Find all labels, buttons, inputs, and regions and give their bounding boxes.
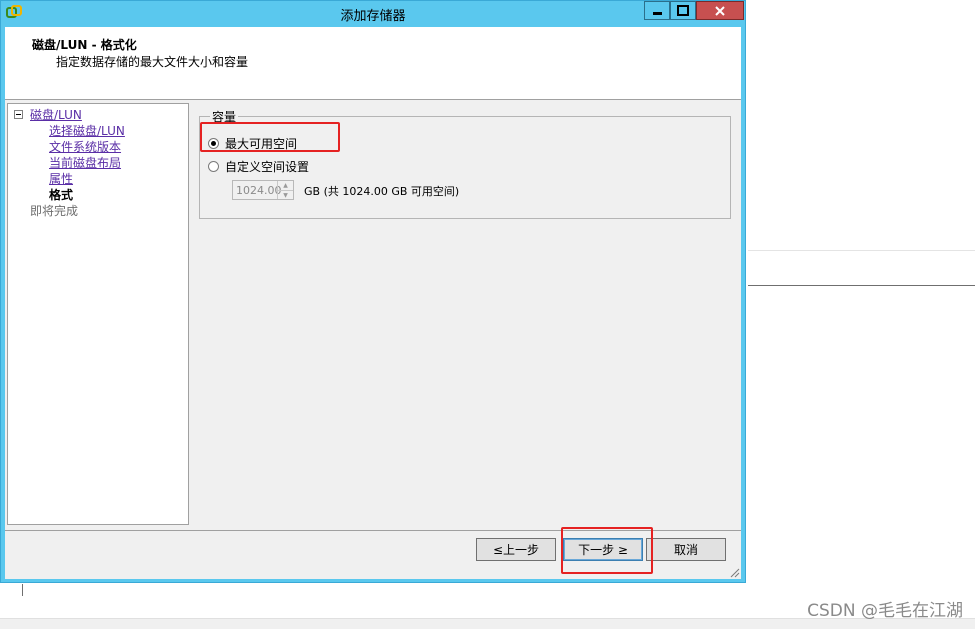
nav-item-format: 格式 bbox=[49, 188, 74, 202]
close-icon bbox=[715, 5, 725, 16]
radio-unchecked-icon[interactable] bbox=[208, 161, 219, 172]
nav-item-select-disk[interactable]: 选择磁盘/LUN bbox=[49, 122, 125, 139]
radio-custom-space[interactable]: 自定义空间设置 bbox=[208, 158, 309, 175]
watermark: CSDN @毛毛在江湖 bbox=[807, 601, 963, 621]
radio-custom-space-label: 自定义空间设置 bbox=[225, 160, 310, 174]
background-divider bbox=[748, 285, 975, 286]
radio-checked-icon[interactable] bbox=[208, 138, 219, 149]
window-title: 添加存储器 bbox=[340, 9, 406, 24]
nav-item-fs-version[interactable]: 文件系统版本 bbox=[49, 138, 121, 155]
radio-max-space-label: 最大可用空间 bbox=[225, 137, 298, 151]
minimize-button[interactable] bbox=[644, 1, 670, 20]
nav-item-disk-lun[interactable]: 磁盘/LUN bbox=[30, 106, 82, 123]
dialog-body: 磁盘/LUN - 格式化 指定数据存储的最大文件大小和容量 磁盘/LUN 选择磁… bbox=[5, 27, 741, 579]
close-button[interactable] bbox=[696, 1, 744, 20]
title-bar[interactable]: 添加存储器 bbox=[1, 1, 745, 25]
nav-item-properties[interactable]: 属性 bbox=[49, 170, 73, 187]
cancel-button[interactable]: 取消 bbox=[646, 538, 726, 561]
stepper-down-icon: ▼ bbox=[283, 192, 288, 199]
maximize-icon bbox=[677, 5, 689, 16]
capacity-stepper: 1024.00 ▲ ▼ bbox=[232, 180, 294, 200]
back-button[interactable]: ≤上一步 bbox=[476, 538, 556, 561]
annotation-highlight bbox=[561, 527, 653, 574]
background-divider bbox=[748, 250, 975, 251]
nav-item-ready: 即将完成 bbox=[30, 204, 79, 218]
wizard-steps-tree: 磁盘/LUN 选择磁盘/LUN 文件系统版本 当前磁盘布局 属性 格式 即将完成 bbox=[7, 103, 189, 525]
add-storage-dialog: 添加存储器 磁盘/LUN - 格式化 指定数据存储的最大文件大小和容量 磁盘/L… bbox=[0, 0, 746, 583]
capacity-group: 容量 最大可用空间 自定义空间设置 1024.00 ▲ ▼ GB (共 1024… bbox=[199, 108, 731, 219]
resize-grip-icon[interactable] bbox=[728, 566, 740, 578]
page-subtitle: 指定数据存储的最大文件大小和容量 bbox=[56, 55, 249, 69]
maximize-button[interactable] bbox=[670, 1, 696, 20]
wizard-header: 磁盘/LUN - 格式化 指定数据存储的最大文件大小和容量 bbox=[5, 27, 741, 100]
capacity-stepper-value: 1024.00 bbox=[236, 184, 282, 197]
wizard-content: 容量 最大可用空间 自定义空间设置 1024.00 ▲ ▼ GB (共 1024… bbox=[195, 103, 741, 525]
nav-item-disk-layout[interactable]: 当前磁盘布局 bbox=[49, 154, 121, 171]
radio-max-space[interactable]: 最大可用空间 bbox=[208, 135, 297, 152]
stepper-up-icon: ▲ bbox=[278, 181, 293, 191]
capacity-unit-text: GB (共 1024.00 GB 可用空间) bbox=[304, 185, 460, 198]
minimize-icon bbox=[652, 12, 662, 15]
collapse-icon[interactable] bbox=[14, 110, 23, 119]
page-title: 磁盘/LUN - 格式化 bbox=[32, 38, 137, 52]
